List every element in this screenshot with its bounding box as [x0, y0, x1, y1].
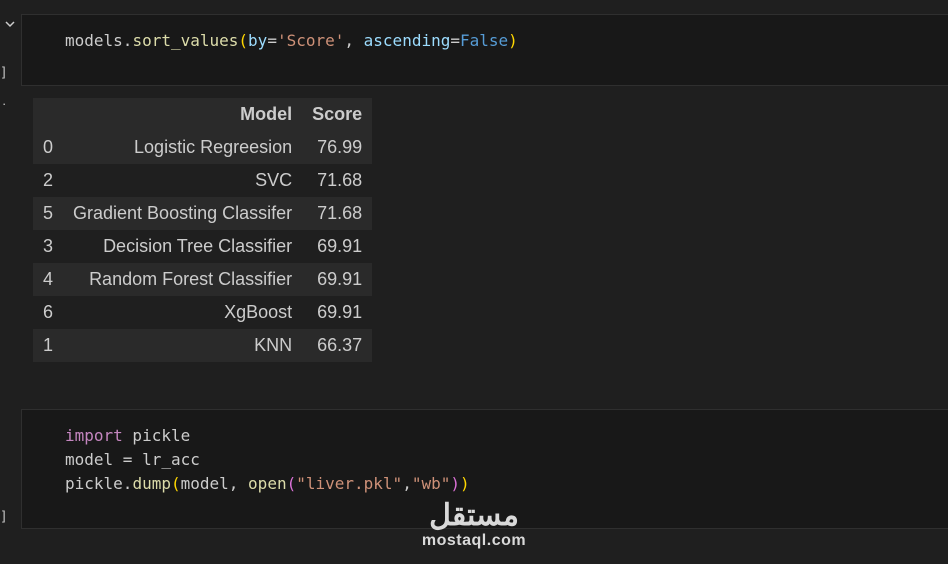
dataframe-table: Model Score 0 Logistic Regreesion 76.99 2 SV…	[33, 98, 373, 362]
code-token: False	[460, 31, 509, 50]
code-token: 'Score'	[276, 31, 345, 50]
table-body: 0 Logistic Regreesion 76.99 2 SVC 71.68 5 Gradi…	[33, 131, 373, 362]
row-index: 4	[43, 269, 54, 289]
row-index: 5	[43, 203, 54, 223]
watermark: مستقل mostaql.com	[415, 500, 533, 550]
code-token: ascending	[363, 31, 451, 50]
score-value: 71.68	[317, 170, 363, 190]
code-token: model = lr_acc	[65, 450, 200, 469]
cell-2-gutter-bracket: ]	[2, 508, 6, 523]
model-name: SVC	[255, 170, 293, 190]
score-value: 69.91	[317, 269, 363, 289]
code-token: ,	[344, 31, 364, 50]
code-token: dump	[132, 474, 171, 493]
model-name: Random Forest Classifier	[89, 269, 293, 289]
code-token: (	[238, 31, 249, 50]
code-token: "wb"	[411, 474, 451, 493]
header-score: Score	[312, 104, 363, 124]
code-cell-1[interactable]: models.sort_values(by='Score', ascending…	[21, 14, 948, 86]
code-token: pickle	[122, 426, 191, 445]
table-row: 3 Decision Tree Classifier 69.91	[33, 230, 373, 263]
table-row: 6 XgBoost 69.91	[33, 296, 373, 329]
table-row: 0 Logistic Regreesion 76.99	[33, 131, 373, 164]
model-name: Gradient Boosting Classifer	[73, 203, 293, 223]
score-value: 69.91	[317, 236, 363, 256]
header-model: Model	[240, 104, 293, 124]
row-index: 6	[43, 302, 54, 322]
table-header-row: Model Score	[33, 98, 373, 131]
score-value: 66.37	[317, 335, 363, 355]
code-token: model,	[180, 474, 249, 493]
model-name: Logistic Regreesion	[134, 137, 293, 157]
table-row: 5 Gradient Boosting Classifer 71.68	[33, 197, 373, 230]
code-token: )	[460, 474, 470, 493]
row-index: 0	[43, 137, 54, 157]
code-line: models.sort_values(by='Score', ascending…	[65, 29, 518, 53]
model-name: KNN	[254, 335, 293, 355]
cell-1-gutter-bracket: ]	[2, 64, 6, 79]
code-token: sort_values	[132, 31, 239, 50]
table-row: 1 KNN 66.37	[33, 329, 373, 362]
code-token: (	[286, 474, 297, 493]
code-token: "liver.pkl"	[296, 474, 403, 493]
row-index: 3	[43, 236, 54, 256]
code-token: =	[450, 31, 460, 50]
code-token: ,	[402, 474, 412, 493]
score-value: 69.91	[317, 302, 363, 322]
output-gutter-dot: ·	[2, 96, 7, 111]
model-name: XgBoost	[224, 302, 293, 322]
code-token: open	[248, 474, 287, 493]
watermark-text: mostaql.com	[421, 532, 527, 549]
code-token: (	[170, 474, 181, 493]
row-index: 1	[43, 335, 54, 355]
table-row: 2 SVC 71.68	[33, 164, 373, 197]
code-token: )	[450, 474, 460, 493]
code-line: model = lr_acc	[65, 448, 470, 472]
code-token: import	[65, 426, 123, 445]
code-token: by	[248, 31, 268, 50]
code-token: =	[267, 31, 277, 50]
score-value: 71.68	[317, 203, 363, 223]
cell-output: Model Score 0 Logistic Regreesion 76.99 2 SV…	[33, 98, 373, 362]
score-value: 76.99	[317, 137, 363, 157]
code-token: models.	[65, 31, 133, 50]
table-row: 4 Random Forest Classifier 69.91	[33, 263, 373, 296]
code-line: pickle.dump(model, open("liver.pkl","wb"…	[65, 472, 470, 496]
code-line: import pickle	[65, 424, 470, 448]
header-index	[33, 98, 63, 131]
code-editor[interactable]: models.sort_values(by='Score', ascending…	[65, 29, 518, 53]
chevron-down-icon[interactable]	[4, 18, 16, 30]
code-token: pickle.	[65, 474, 133, 493]
code-editor[interactable]: import pickle model = lr_acc pickle.dump(m…	[65, 424, 470, 496]
model-name: Decision Tree Classifier	[103, 236, 293, 256]
code-token: )	[508, 31, 518, 50]
row-index: 2	[43, 170, 54, 190]
watermark-logo: مستقل	[429, 499, 519, 532]
